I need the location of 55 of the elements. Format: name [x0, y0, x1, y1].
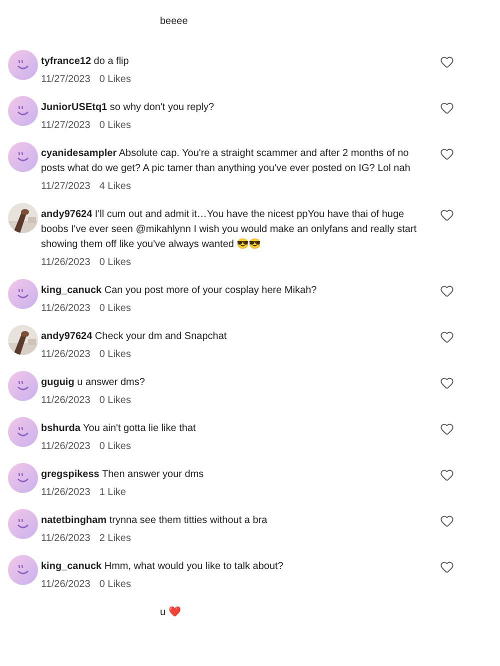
comment-date: 11/27/2023: [41, 73, 90, 87]
like-count: 0 Likes: [99, 73, 131, 87]
comment-date: 11/27/2023: [41, 119, 90, 133]
smiley-avatar-icon: [8, 417, 38, 447]
comment-date: 11/26/2023: [41, 256, 90, 270]
comment-date: 11/27/2023: [41, 180, 90, 194]
like-count: 2 Likes: [99, 532, 131, 546]
comment-text: andy97624 I'll cum out and admit it…You have the nicest ppYou have thai of huge boobs I've ever seen @mikahlynn I wish you would make an onlyfans and really start showing them off like you've always wanted 😎😎: [41, 208, 418, 252]
smiley-avatar-icon: [8, 509, 38, 539]
comment-text: bshurda You ain't gotta lie like that: [41, 422, 197, 436]
like-icon[interactable]: [440, 376, 454, 390]
like-icon[interactable]: [440, 101, 454, 115]
comment-date: 11/26/2023: [41, 486, 90, 500]
like-count: 4 Likes: [99, 180, 131, 194]
comment-date: 11/26/2023: [41, 440, 90, 454]
comment-text: natetbingham trynna see them titties without a bra: [41, 514, 268, 528]
like-icon[interactable]: [440, 560, 454, 574]
comment-date: 11/26/2023: [41, 348, 90, 362]
comment-text: king_canuck Hmm, what would you like to talk about?: [41, 560, 284, 574]
comment-date: 11/26/2023: [41, 394, 90, 408]
smiley-avatar-icon: [8, 555, 38, 585]
smiley-avatar-icon: [8, 96, 38, 126]
comment-text: u ❤: [160, 606, 180, 620]
like-count: 0 Likes: [99, 348, 131, 362]
comment-text: guguig u answer dms?: [41, 376, 146, 390]
like-count: 1 Like: [99, 486, 126, 500]
smiley-avatar-icon: [8, 463, 38, 493]
comment-date: 11/26/2023: [41, 302, 90, 316]
like-icon[interactable]: [440, 147, 454, 161]
like-count: 0 Likes: [99, 302, 131, 316]
smiley-avatar-icon: [8, 50, 38, 80]
like-icon[interactable]: [440, 330, 454, 344]
like-icon[interactable]: [440, 514, 454, 528]
comment-date: 11/26/2023: [41, 532, 90, 546]
comment-text: JuniorUSEtq1 so why don't you reply?: [41, 101, 216, 115]
like-icon[interactable]: [440, 55, 454, 69]
like-icon[interactable]: [440, 208, 454, 222]
smiley-avatar-icon: [8, 142, 38, 172]
like-icon[interactable]: [440, 284, 454, 298]
comment-text: cyanidesampler Absolute cap. You're a straight scammer and after 2 months of no posts what do we get? A pic tamer than anything you've ever posted on IG? Lol nah: [41, 147, 412, 176]
comment-text: king_canuck Can you post more of your cosplay here Mikah?: [41, 284, 318, 298]
like-count: 0 Likes: [99, 440, 131, 454]
like-count: 0 Likes: [99, 256, 131, 270]
comment-text: beeee: [160, 15, 188, 29]
like-count: 0 Likes: [99, 394, 131, 408]
like-count: 0 Likes: [99, 578, 131, 592]
like-icon[interactable]: [440, 422, 454, 436]
comment-text: gregspikess Then answer your dms: [41, 468, 205, 482]
smiley-avatar-icon: [8, 371, 38, 401]
smiley-avatar-icon: [8, 279, 38, 309]
like-count: 0 Likes: [99, 119, 131, 133]
like-icon[interactable]: [440, 468, 454, 482]
comment-text: tyfrance12 do a flip: [41, 55, 130, 69]
comment-text: andy97624 Check your dm and Snapchat: [41, 330, 228, 344]
comment-date: 11/26/2023: [41, 578, 90, 592]
